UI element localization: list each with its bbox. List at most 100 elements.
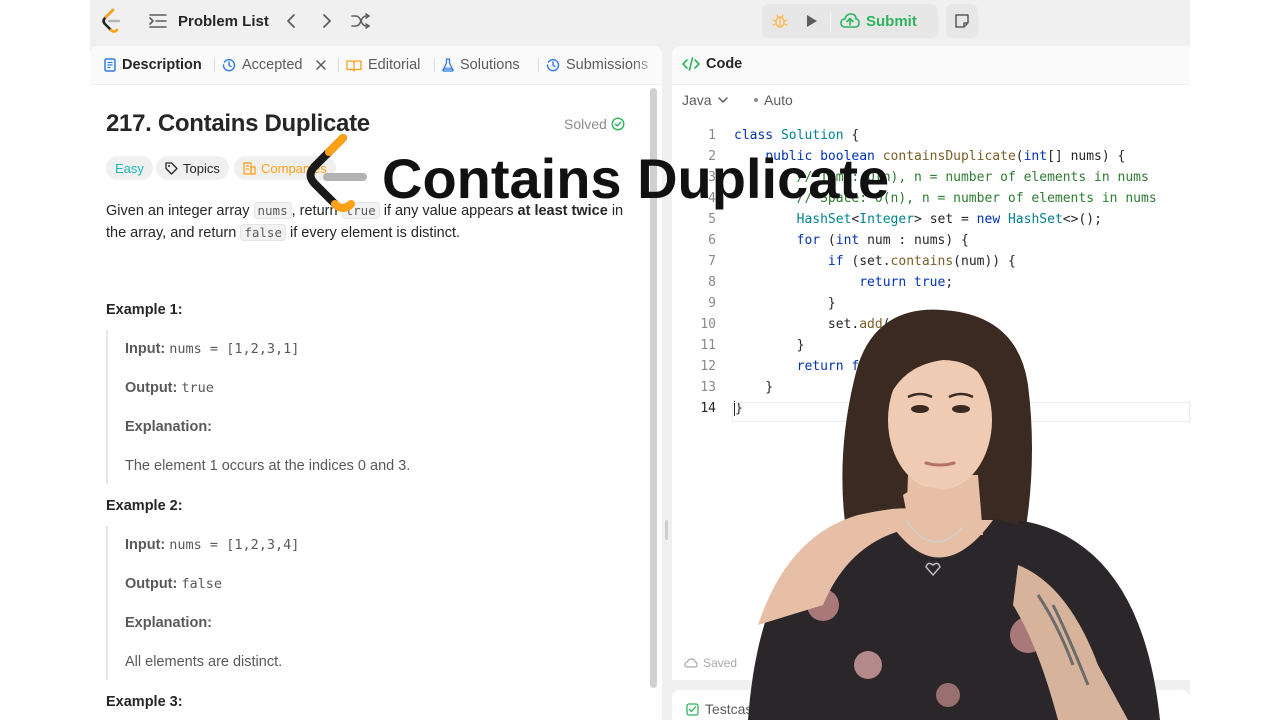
bug-icon — [772, 14, 788, 28]
run-controls: Submit — [762, 4, 938, 38]
line-number: 9 — [708, 296, 716, 311]
example-heading: Example 2: — [106, 498, 183, 514]
line-number: 11 — [700, 338, 716, 353]
shuffle-button[interactable] — [350, 10, 372, 32]
solved-status: Solved — [564, 116, 625, 132]
notes-button[interactable] — [946, 4, 978, 38]
code-tabs: Code — [672, 46, 1190, 85]
input-label: Input: — [125, 537, 166, 553]
close-tab-icon[interactable] — [316, 60, 327, 70]
description-text: Given an integer array — [106, 203, 254, 219]
tab-accepted[interactable]: Accepted — [222, 56, 327, 74]
line-number: 6 — [708, 233, 716, 248]
example-heading: Example 3: — [106, 694, 183, 710]
input-label: Input: — [125, 341, 166, 357]
code-line: HashSet<Integer> set = new HashSet<>(); — [796, 212, 1102, 227]
topics-label: Topics — [183, 160, 220, 176]
example-explanation-label: Explanation: — [125, 615, 212, 631]
tab-label: Accepted — [242, 57, 303, 73]
topics-button[interactable]: Topics — [156, 156, 229, 180]
history-icon — [222, 58, 236, 72]
example-output: Output: true — [125, 380, 214, 396]
next-problem-button[interactable] — [316, 10, 338, 32]
video-title-overlay: Contains Duplicate — [382, 147, 890, 210]
chevron-left-icon — [287, 14, 295, 28]
line-number: 14 — [700, 401, 716, 416]
cloud-upload-icon — [840, 13, 860, 28]
note-icon — [955, 14, 969, 28]
tab-label: Description — [122, 57, 202, 73]
language-select[interactable]: Java — [682, 92, 728, 108]
inline-code: nums — [253, 202, 292, 219]
tab-solutions[interactable]: Solutions — [442, 56, 520, 74]
panel-resize-handle[interactable] — [665, 520, 668, 540]
history-icon — [546, 58, 560, 72]
prev-problem-button[interactable] — [280, 10, 302, 32]
line-number: 12 — [700, 359, 716, 374]
tab-label: Editorial — [368, 57, 421, 73]
example-explanation: The element 1 occurs at the indices 0 an… — [125, 458, 411, 474]
code-line: return true; — [859, 275, 954, 290]
flask-icon — [442, 58, 454, 72]
tab-label: Code — [706, 56, 743, 72]
explanation-label: Explanation: — [125, 615, 213, 631]
line-number: 5 — [708, 212, 716, 227]
description-icon — [104, 58, 116, 72]
tag-icon — [165, 161, 178, 175]
line-number: 13 — [700, 380, 716, 395]
difficulty-badge: Easy — [106, 156, 153, 180]
tab-code[interactable]: Code — [682, 56, 742, 72]
description-text: if every element is distinct. — [285, 225, 461, 241]
language-label: Java — [682, 92, 712, 108]
chevron-right-icon — [323, 14, 331, 28]
check-circle-icon — [611, 117, 625, 131]
line-number: 1 — [708, 128, 716, 143]
example-explanation-label: Explanation: — [125, 419, 212, 435]
code-line: if (set.contains(num)) { — [827, 254, 1016, 269]
top-bar: Problem List Submit — [90, 0, 1190, 42]
tab-label: Solutions — [460, 57, 520, 73]
problem-list-icon[interactable] — [148, 11, 168, 31]
tab-description[interactable]: Description — [104, 56, 202, 74]
submit-button[interactable]: Submit — [840, 8, 917, 34]
code-line: for (int num : nums) { — [796, 233, 969, 248]
code-icon — [682, 57, 700, 71]
problem-list-link[interactable]: Problem List — [178, 11, 269, 31]
code-line: class Solution { — [734, 128, 860, 143]
output-value: false — [181, 576, 223, 592]
line-number: 10 — [700, 317, 716, 332]
input-value: nums = [1,2,3,1] — [169, 341, 300, 357]
example-output: Output: false — [125, 576, 222, 592]
run-button[interactable] — [800, 9, 824, 33]
description-tabs: Description Accepted Editorial Solutions… — [90, 46, 662, 85]
explanation-label: Explanation: — [125, 419, 213, 435]
submit-label: Submit — [866, 12, 917, 30]
line-number: 8 — [708, 275, 716, 290]
example-input: Input: nums = [1,2,3,4] — [125, 537, 299, 553]
debug-button[interactable] — [768, 9, 792, 33]
tab-editorial[interactable]: Editorial — [346, 56, 420, 74]
example-input: Input: nums = [1,2,3,1] — [125, 341, 299, 357]
book-icon — [346, 59, 362, 72]
leetcode-logo-icon[interactable] — [100, 8, 124, 34]
example-block: Input: nums = [1,2,3,1] Output: true Exp… — [106, 330, 638, 484]
example-heading: Example 1: — [106, 302, 183, 318]
output-value: true — [181, 380, 214, 396]
example-block: Input: nums = [1,2,3,4] Output: false Ex… — [106, 526, 638, 680]
chevron-down-icon — [717, 97, 728, 103]
output-label: Output: — [125, 576, 178, 592]
checkbox-icon — [686, 702, 699, 716]
solved-label: Solved — [564, 116, 607, 132]
auto-mode[interactable]: Auto — [754, 92, 793, 108]
cloud-icon — [684, 658, 698, 668]
example-explanation: All elements are distinct. — [125, 654, 283, 670]
dot-icon — [754, 98, 758, 102]
mode-label: Auto — [764, 92, 793, 108]
building-icon — [243, 161, 256, 175]
line-number: 7 — [708, 254, 716, 269]
play-icon — [807, 15, 817, 27]
shuffle-icon — [351, 13, 370, 29]
leetcode-logo-icon — [306, 134, 367, 212]
output-label: Output: — [125, 380, 178, 396]
presenter-video-cutout — [748, 309, 1160, 720]
